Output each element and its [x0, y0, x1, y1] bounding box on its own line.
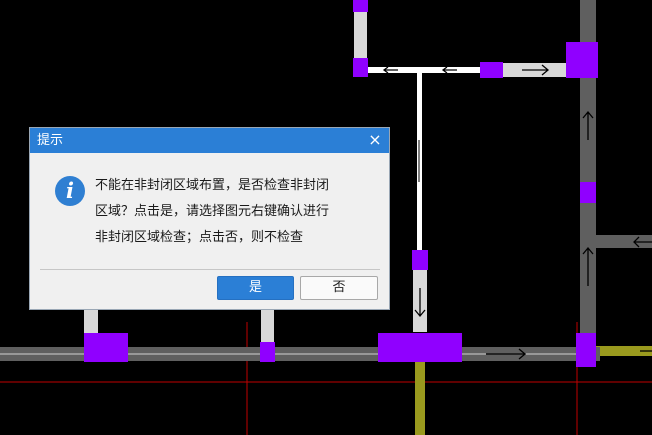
wall-node[interactable]	[353, 0, 368, 12]
wall-segment[interactable]	[261, 305, 274, 343]
close-icon[interactable]: ×	[367, 131, 383, 149]
wall-node[interactable]	[412, 250, 428, 270]
wall-node[interactable]	[566, 42, 598, 78]
wall-node[interactable]	[353, 58, 368, 77]
yes-button[interactable]: 是	[217, 276, 294, 300]
dialog-message-line: 非封闭区域检查；点击否，则不检查	[95, 230, 304, 245]
alert-dialog: 提示 × i 不能在非封闭区域布置，是否检查非封闭 区域？点击是，请选择图元右键…	[29, 127, 390, 310]
olive-wall	[415, 360, 425, 435]
wall-node[interactable]	[84, 333, 128, 362]
wall-node[interactable]	[378, 333, 462, 362]
dialog-titlebar: 提示 ×	[30, 128, 389, 153]
wall-segment[interactable]	[354, 10, 367, 60]
dialog-message-line: 区域？点击是，请选择图元右键确认进行	[95, 204, 330, 219]
wall-node[interactable]	[480, 62, 503, 78]
dialog-divider	[40, 269, 380, 270]
dialog-message-line: 不能在非封闭区域布置，是否检查非封闭	[95, 178, 330, 193]
wall-node[interactable]	[580, 182, 596, 203]
dialog-title: 提示	[37, 133, 64, 148]
info-icon: i	[55, 176, 85, 206]
wall-node[interactable]	[576, 333, 596, 367]
no-button[interactable]: 否	[300, 276, 378, 300]
wall-node[interactable]	[260, 342, 275, 362]
